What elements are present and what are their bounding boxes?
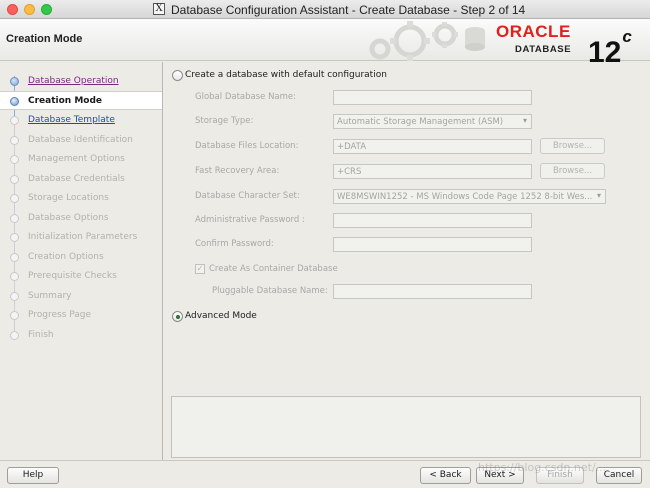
step-label: Initialization Parameters: [28, 232, 138, 242]
container-db-label[interactable]: Create As Container Database: [209, 264, 338, 274]
back-button[interactable]: < Back: [420, 467, 471, 484]
step-status-icon: [10, 175, 19, 184]
default-config-radio[interactable]: [172, 70, 183, 81]
step-label: Summary: [28, 291, 72, 301]
sidebar-step-database-credentials: Database Credentials: [0, 170, 162, 189]
x11-app-icon: X: [153, 3, 165, 15]
db-files-location-input[interactable]: +DATA: [333, 139, 532, 154]
gears-decoration-icon: [369, 21, 485, 61]
message-area: [171, 396, 641, 458]
wizard-steps-sidebar: Database Operation Creation Mode Database …: [0, 62, 163, 460]
step-heading: Creation Mode: [6, 33, 83, 45]
oracle-wordmark: ORACLE: [496, 22, 571, 41]
storage-type-label: Storage Type:: [195, 116, 254, 126]
pluggable-db-name-input[interactable]: [333, 284, 532, 299]
step-label: Creation Options: [28, 252, 104, 262]
sidebar-step-database-options: Database Options: [0, 209, 162, 228]
container-db-checkbox[interactable]: ✓: [195, 264, 205, 274]
step-label: Database Credentials: [28, 174, 125, 184]
sidebar-step-database-template[interactable]: Database Template: [0, 111, 162, 130]
watermark-text: https://blog.csdn.net/...: [478, 461, 607, 474]
step-status-icon: [10, 311, 19, 320]
confirm-password-label: Confirm Password:: [195, 239, 274, 249]
step-label: Finish: [28, 330, 54, 340]
admin-password-input[interactable]: [333, 213, 532, 228]
step-status-icon: [10, 233, 19, 242]
step-status-icon: [10, 136, 19, 145]
sidebar-step-progress-page: Progress Page: [0, 306, 162, 325]
global-db-name-input[interactable]: [333, 90, 532, 105]
step-label: Prerequisite Checks: [28, 271, 117, 281]
step-status-icon: [10, 97, 19, 106]
admin-password-label: Administrative Password :: [195, 215, 305, 225]
version-suffix: c: [622, 27, 632, 46]
sidebar-step-summary: Summary: [0, 287, 162, 306]
step-label: Storage Locations: [28, 193, 109, 203]
default-config-label[interactable]: Create a database with default configura…: [185, 70, 387, 80]
database-wordmark: DATABASE: [515, 44, 572, 55]
step-label: Management Options: [28, 154, 125, 164]
db-files-browse-button[interactable]: Browse...: [540, 138, 605, 154]
step-status-icon: [10, 77, 19, 86]
step-status-icon: [10, 331, 19, 340]
step-label: Database Operation: [28, 76, 119, 86]
wizard-header: Creation Mode ORACLE DATABASE 12c: [0, 19, 650, 68]
sidebar-step-database-operation[interactable]: Database Operation: [0, 72, 162, 91]
sidebar-step-management-options: Management Options: [0, 150, 162, 169]
fast-recovery-area-label: Fast Recovery Area:: [195, 166, 280, 176]
step-status-icon: [10, 155, 19, 164]
step-status-icon: [10, 116, 19, 125]
confirm-password-input[interactable]: [333, 237, 532, 252]
step-label: Database Identification: [28, 135, 133, 145]
step-status-icon: [10, 292, 19, 301]
step-status-icon: [10, 253, 19, 262]
sidebar-step-finish: Finish: [0, 326, 162, 345]
charset-label: Database Character Set:: [195, 191, 300, 201]
minimize-window-button[interactable]: [24, 4, 35, 15]
fast-recovery-browse-button[interactable]: Browse...: [540, 163, 605, 179]
global-db-name-label: Global Database Name:: [195, 92, 297, 102]
sidebar-step-creation-mode[interactable]: Creation Mode: [0, 91, 162, 110]
db-files-location-label: Database Files Location:: [195, 141, 299, 151]
sidebar-step-prerequisite-checks: Prerequisite Checks: [0, 267, 162, 286]
step-status-icon: [10, 272, 19, 281]
step-label: Database Template: [28, 115, 115, 125]
content-panel: Create a database with default configura…: [163, 62, 650, 460]
close-window-button[interactable]: [7, 4, 18, 15]
advanced-mode-label[interactable]: Advanced Mode: [185, 311, 257, 321]
help-button[interactable]: Help: [7, 467, 59, 484]
sidebar-step-storage-locations: Storage Locations: [0, 189, 162, 208]
charset-select[interactable]: WE8MSWIN1252 - MS Windows Code Page 1252…: [333, 189, 606, 204]
step-label: Progress Page: [28, 310, 92, 320]
step-status-icon: [10, 214, 19, 223]
fast-recovery-area-input[interactable]: +CRS: [333, 164, 532, 179]
pluggable-db-name-label: Pluggable Database Name:: [212, 286, 328, 296]
sidebar-step-initialization-parameters: Initialization Parameters: [0, 228, 162, 247]
advanced-mode-radio[interactable]: [172, 311, 183, 322]
step-label: Database Options: [28, 213, 109, 223]
window-title-bar: X Database Configuration Assistant - Cre…: [0, 0, 650, 19]
sidebar-step-creation-options: Creation Options: [0, 248, 162, 267]
step-label: Creation Mode: [28, 96, 103, 106]
window-title: Database Configuration Assistant - Creat…: [171, 3, 526, 17]
zoom-window-button[interactable]: [41, 4, 52, 15]
storage-type-select[interactable]: Automatic Storage Management (ASM): [333, 114, 532, 129]
step-status-icon: [10, 194, 19, 203]
sidebar-step-database-identification: Database Identification: [0, 131, 162, 150]
